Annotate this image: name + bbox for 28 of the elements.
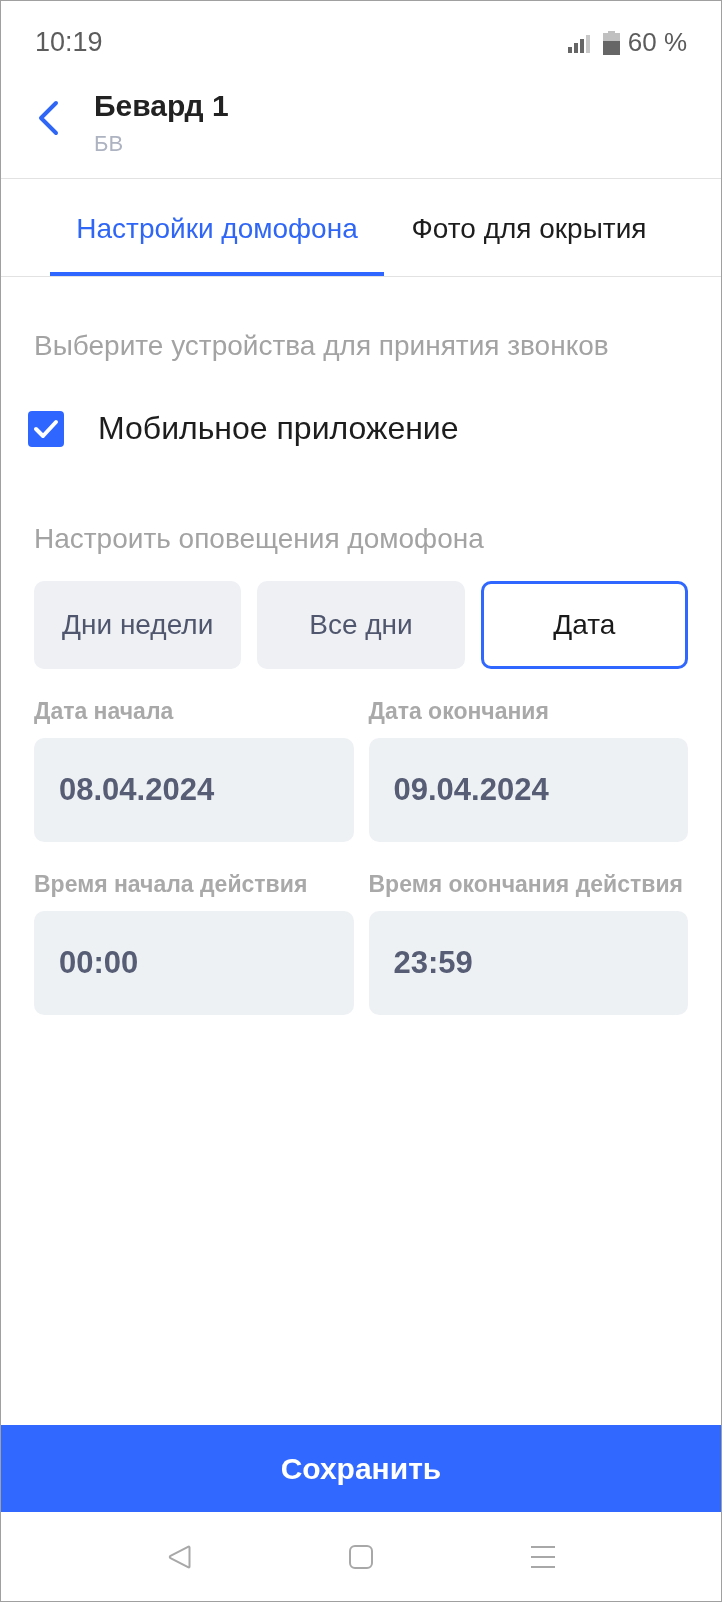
field-label: Дата окончания <box>368 698 550 724</box>
section-heading: Настроить оповещения домофона <box>34 523 485 555</box>
checkbox[interactable] <box>28 410 64 447</box>
battery-percentage: 60 % <box>627 27 687 58</box>
checkbox-label: Мобильное приложение <box>98 410 459 447</box>
field-label: Время окончания действия <box>368 871 684 897</box>
save-button[interactable]: Сохранить <box>1 1425 721 1512</box>
tab[interactable]: Настройки домофона <box>50 179 384 276</box>
input-field[interactable]: 09.04.2024 <box>368 738 688 842</box>
input-field[interactable]: 08.04.2024 <box>34 738 354 842</box>
input-field[interactable]: 23:59 <box>368 911 688 1015</box>
mode-option[interactable]: Дни недели <box>34 581 242 669</box>
status-time: 10:19 <box>35 27 103 58</box>
input-field[interactable]: 00:00 <box>34 911 354 1015</box>
page-title: Бевард 1 <box>94 89 229 123</box>
signal-icon <box>567 34 590 53</box>
tab[interactable]: Фото для окрытия <box>384 179 674 276</box>
section-heading: Выберите устройства для принятия звонков <box>34 330 610 362</box>
back-icon[interactable] <box>37 100 59 136</box>
square-icon[interactable] <box>348 1544 373 1569</box>
page-subtitle: БВ <box>94 131 125 157</box>
mode-option[interactable]: Все дни <box>257 581 465 669</box>
field-label: Дата начала <box>34 698 175 724</box>
field-label: Время начала действия <box>34 871 309 897</box>
battery-icon <box>602 30 620 55</box>
mode-option[interactable]: Дата <box>480 581 688 669</box>
triangle-icon[interactable] <box>167 1544 191 1569</box>
menu-icon[interactable] <box>530 1545 555 1568</box>
